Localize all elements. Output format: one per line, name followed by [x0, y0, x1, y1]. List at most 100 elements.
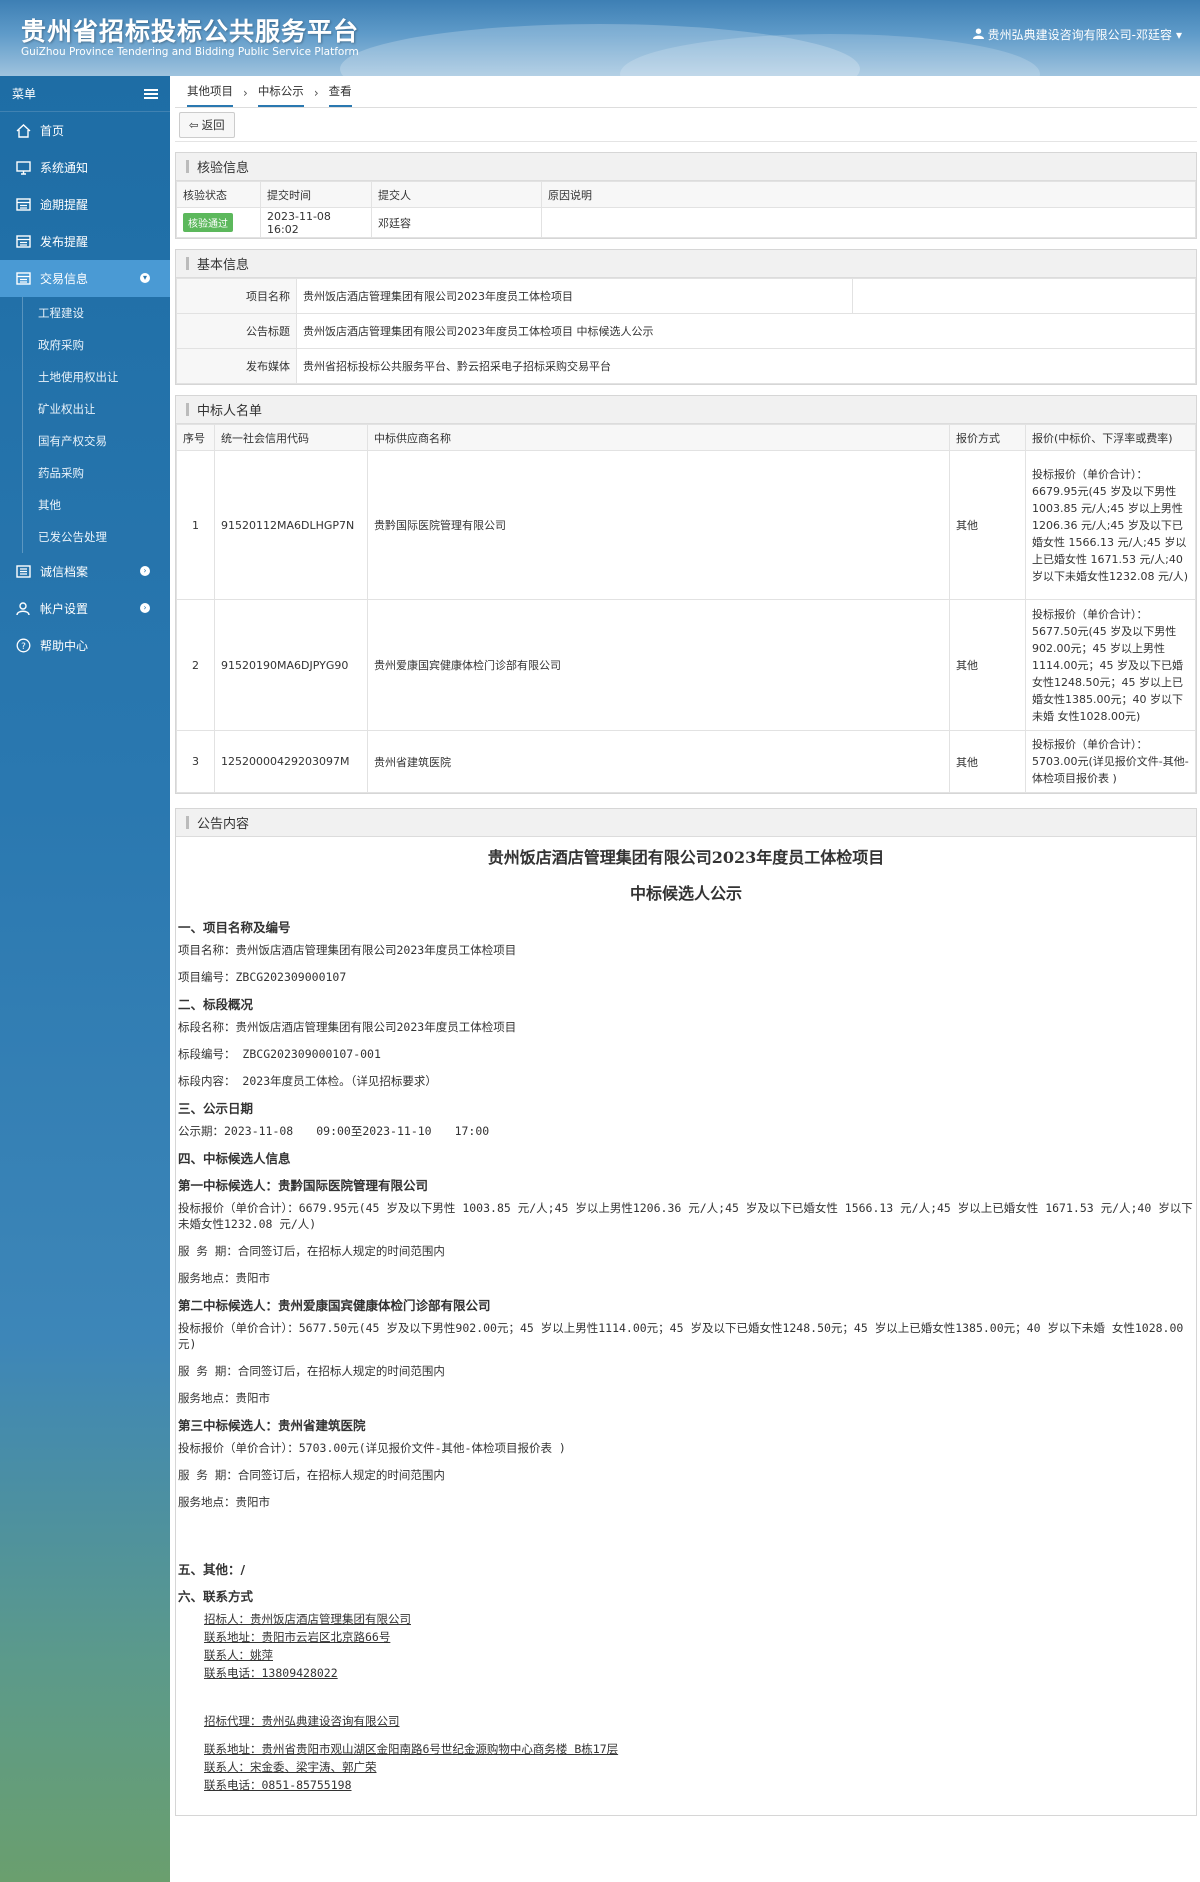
sidebar-sub-drugs[interactable]: 药品采购 [0, 457, 170, 489]
section-title: 二、标段概况 [178, 997, 254, 1012]
panel-title: 中标人名单 [176, 396, 1196, 424]
sidebar-sub-engineering[interactable]: 工程建设 [0, 297, 170, 329]
sidebar-sub-land[interactable]: 土地使用权出让 [0, 361, 170, 393]
sidebar-item-credit[interactable]: 诚信档案 › [0, 553, 170, 590]
column-header: 序号 [176, 424, 215, 451]
section-title: 三、公示日期 [178, 1101, 254, 1116]
back-button-label: 返回 [201, 118, 225, 132]
breadcrumb: 其他项目 › 中标公示 › 查看 [175, 76, 1197, 108]
breadcrumb-item[interactable]: 中标公示 [257, 83, 304, 107]
notice-text: 标段编号： ZBCG202309000107-001 [178, 1047, 381, 1061]
sidebar-item-label: 逾期提醒 [40, 198, 89, 212]
panel-title: 核验信息 [176, 153, 1196, 181]
reason [541, 207, 1196, 238]
sidebar-item-notice[interactable]: 系统通知 [0, 149, 170, 186]
notice-subheading: 中标候选人公示 [629, 884, 742, 903]
back-icon: ⇦ [189, 118, 199, 132]
publish-media: 贵州省招标投标公共服务平台、黔云招采电子招标采购交易平台 [296, 348, 1196, 384]
breadcrumb-item[interactable]: 查看 [328, 83, 352, 107]
column-header: 报价方式 [949, 424, 1026, 451]
user-menu[interactable]: 贵州弘典建设咨询有限公司-邓廷容 ▾ [972, 26, 1182, 43]
sidebar-item-label: 帐户设置 [40, 602, 89, 616]
chevron-right-icon: › [140, 566, 150, 576]
breadcrumb-item[interactable]: 其他项目 [187, 83, 233, 107]
bid-price: 投标报价（单价合计）：5677.50元(45 岁及以下男性902.00元；45 … [1025, 599, 1196, 731]
monitor-icon [14, 160, 32, 176]
status-badge: 核验通过 [183, 213, 233, 232]
notice-text: 标段名称：贵州饭店酒店管理集团有限公司2023年度员工体检项目 [178, 1020, 517, 1034]
column-header: 提交人 [371, 181, 542, 208]
column-header: 报价(中标价、下浮率或费率) [1025, 424, 1196, 451]
user-name: 贵州弘典建设咨询有限公司-邓廷容 [987, 28, 1172, 42]
sidebar-item-help[interactable]: ? 帮助中心 [0, 627, 170, 664]
list-icon [14, 564, 32, 580]
field-label: 项目名称 [176, 278, 297, 314]
toolbar: ⇦ 返回 [175, 108, 1197, 142]
sidebar-sub-published[interactable]: 已发公告处理 [0, 521, 170, 553]
table-row: 1 91520112MA6DLHGP7N 贵黔国际医院管理有限公司 其他 投标报… [176, 450, 1196, 600]
contact-line: 联系人：宋金委、梁宇涛、郭广荣 [204, 1760, 377, 1774]
sidebar-sub-gov-procurement[interactable]: 政府采购 [0, 329, 170, 361]
price-method: 其他 [949, 450, 1026, 600]
candidate-title: 第三中标候选人：贵州省建筑医院 [178, 1418, 366, 1433]
section-title: 六、联系方式 [178, 1589, 254, 1604]
svg-text:?: ? [21, 642, 26, 652]
submit-time: 2023-11-08 16:02 [260, 207, 372, 238]
notice-text: 投标报价（单价合计）：6679.95元(45 岁及以下男性 1003.85 元/… [178, 1201, 1193, 1231]
notice-text: 投标报价（单价合计）：5703.00元(详见报价文件-其他-体检项目报价表 ) [178, 1441, 566, 1455]
sidebar-sub-other[interactable]: 其他 [0, 489, 170, 521]
user-icon [14, 601, 32, 617]
sidebar-sub-property[interactable]: 国有产权交易 [0, 425, 170, 457]
verify-panel: 核验信息 核验状态 提交时间 提交人 原因说明 核验通过 2023-11-08 … [175, 152, 1197, 239]
candidate-title: 第二中标候选人：贵州爱康国宾健康体检门诊部有限公司 [178, 1298, 491, 1313]
contact-line: 联系人：姚萍 [204, 1648, 273, 1662]
sidebar-item-publish[interactable]: 发布提醒 [0, 223, 170, 260]
submitter: 邓廷容 [371, 207, 542, 238]
chevron-right-icon: › [140, 603, 150, 613]
sidebar-item-overdue[interactable]: 逾期提醒 [0, 186, 170, 223]
back-button[interactable]: ⇦ 返回 [179, 112, 235, 138]
sidebar-item-label: 发布提醒 [40, 235, 89, 249]
row-number: 1 [176, 450, 215, 600]
contact-line: 招标代理：贵州弘典建设咨询有限公司 [204, 1714, 400, 1728]
contact-line: 联系地址：贵阳市云岩区北京路66号 [204, 1630, 391, 1644]
empty-cell [852, 278, 1196, 314]
supplier-name: 贵州爱康国宾健康体检门诊部有限公司 [367, 599, 950, 731]
winners-panel: 中标人名单 序号 统一社会信用代码 中标供应商名称 报价方式 报价(中标价、下浮… [175, 395, 1197, 794]
column-header: 提交时间 [260, 181, 372, 208]
notice-text: 服 务 期：合同签订后，在招标人规定的时间范围内 [178, 1364, 445, 1378]
column-header: 原因说明 [541, 181, 1196, 208]
list-icon [14, 197, 32, 213]
basic-info-table: 项目名称 贵州饭店酒店管理集团有限公司2023年度员工体检项目 公告标题 贵州饭… [176, 278, 1196, 384]
notice-text: 服务地点：贵阳市 [178, 1391, 270, 1405]
sidebar-item-label: 交易信息 [40, 272, 89, 286]
sidebar-sub-mining[interactable]: 矿业权出让 [0, 393, 170, 425]
credit-code: 91520112MA6DLHGP7N [214, 450, 368, 600]
notice-panel: 公告内容 贵州饭店酒店管理集团有限公司2023年度员工体检项目 中标候选人公示 … [175, 808, 1197, 1816]
notice-text: 标段内容： 2023年度员工体检。（详见招标要求） [178, 1074, 437, 1088]
help-icon: ? [14, 638, 32, 654]
price-method: 其他 [949, 599, 1026, 731]
sidebar-item-account[interactable]: 帐户设置 › [0, 590, 170, 627]
column-header: 核验状态 [176, 181, 261, 208]
sidebar-item-home[interactable]: 首页 [0, 112, 170, 149]
project-name: 贵州饭店酒店管理集团有限公司2023年度员工体检项目 [296, 278, 853, 314]
section-title: 一、项目名称及编号 [178, 920, 291, 935]
notice-text: 公示期：2023-11-08 09:00至2023-11-10 17:00 [178, 1124, 490, 1138]
chevron-down-icon: ▾ [140, 273, 150, 283]
notice-text: 服 务 期：合同签订后，在招标人规定的时间范围内 [178, 1244, 445, 1258]
table-row: 3 12520000429203097M 贵州省建筑医院 其他 投标报价（单价合… [176, 730, 1196, 793]
sidebar-item-label: 系统通知 [40, 161, 89, 175]
contact-block-tenderer: 招标人：贵州饭店酒店管理集团有限公司 联系地址：贵阳市云岩区北京路66号 联系人… [178, 1611, 1194, 1681]
menu-header: 菜单 [0, 76, 170, 112]
bid-price: 投标报价（单价合计）：5703.00元(详见报价文件-其他-体检项目报价表 ) [1025, 730, 1196, 793]
candidate-title: 第一中标候选人：贵黔国际医院管理有限公司 [178, 1178, 429, 1193]
list-icon [14, 234, 32, 250]
menu-toggle-icon[interactable] [144, 88, 158, 99]
notice-text: 服务地点：贵阳市 [178, 1495, 270, 1509]
credit-code: 91520190MA6DJPYG90 [214, 599, 368, 731]
sidebar-item-trade[interactable]: 交易信息 ▾ [0, 260, 170, 297]
notice-title: 贵州饭店酒店管理集团有限公司2023年度员工体检项目 中标候选人公示 [296, 313, 1196, 349]
notice-text: 投标报价（单价合计）：5677.50元(45 岁及以下男性902.00元；45 … [178, 1321, 1184, 1351]
chevron-right-icon: › [313, 86, 319, 100]
